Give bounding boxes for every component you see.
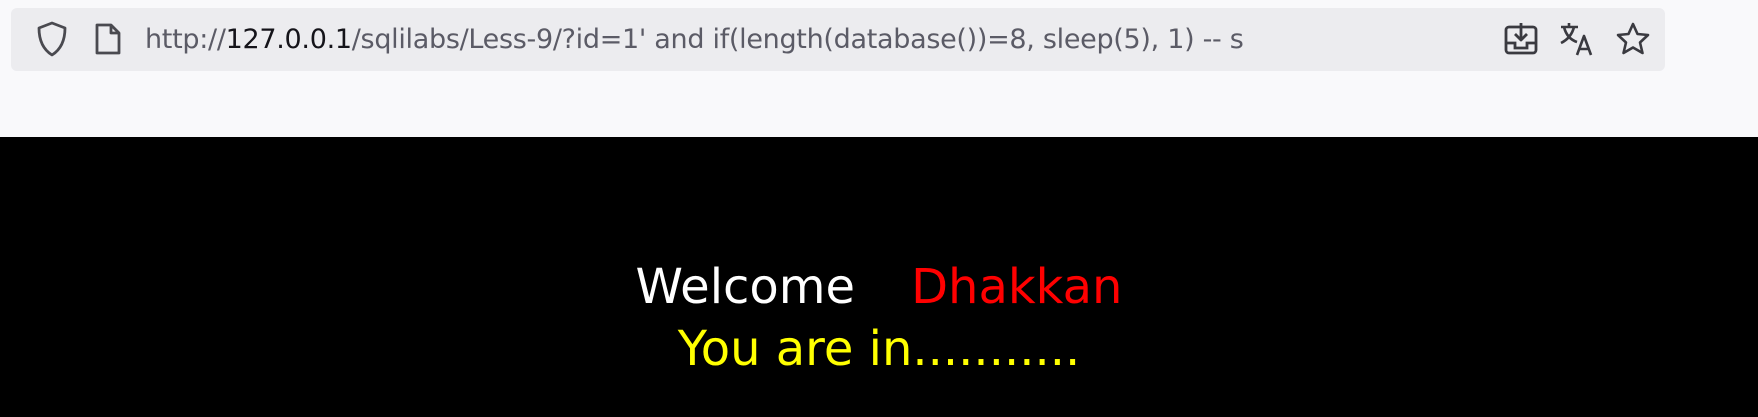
address-bar[interactable]: http://127.0.0.1/sqlilabs/Less-9/?id=1' … (11, 8, 1665, 71)
browser-toolbar: http://127.0.0.1/sqlilabs/Less-9/?id=1' … (0, 0, 1758, 137)
welcome-line: Welcome Dhakkan (0, 259, 1758, 315)
url-scheme: http:// (145, 24, 226, 55)
status-message: You are in........... (677, 321, 1081, 377)
shield-icon[interactable] (32, 19, 72, 59)
url-input[interactable]: http://127.0.0.1/sqlilabs/Less-9/?id=1' … (145, 8, 1244, 71)
url-path: /sqlilabs/Less-9/?id=1' and if(length(da… (351, 24, 1244, 55)
translate-icon[interactable] (1557, 19, 1597, 59)
save-to-pocket-icon[interactable] (1501, 19, 1541, 59)
url-host: 127.0.0.1 (225, 24, 352, 55)
page-icon[interactable] (88, 19, 128, 59)
page-content: Welcome Dhakkan You are in........... (0, 137, 1758, 417)
bookmark-star-icon[interactable] (1613, 19, 1653, 59)
user-name: Dhakkan (911, 259, 1123, 315)
welcome-text: Welcome (635, 259, 856, 315)
